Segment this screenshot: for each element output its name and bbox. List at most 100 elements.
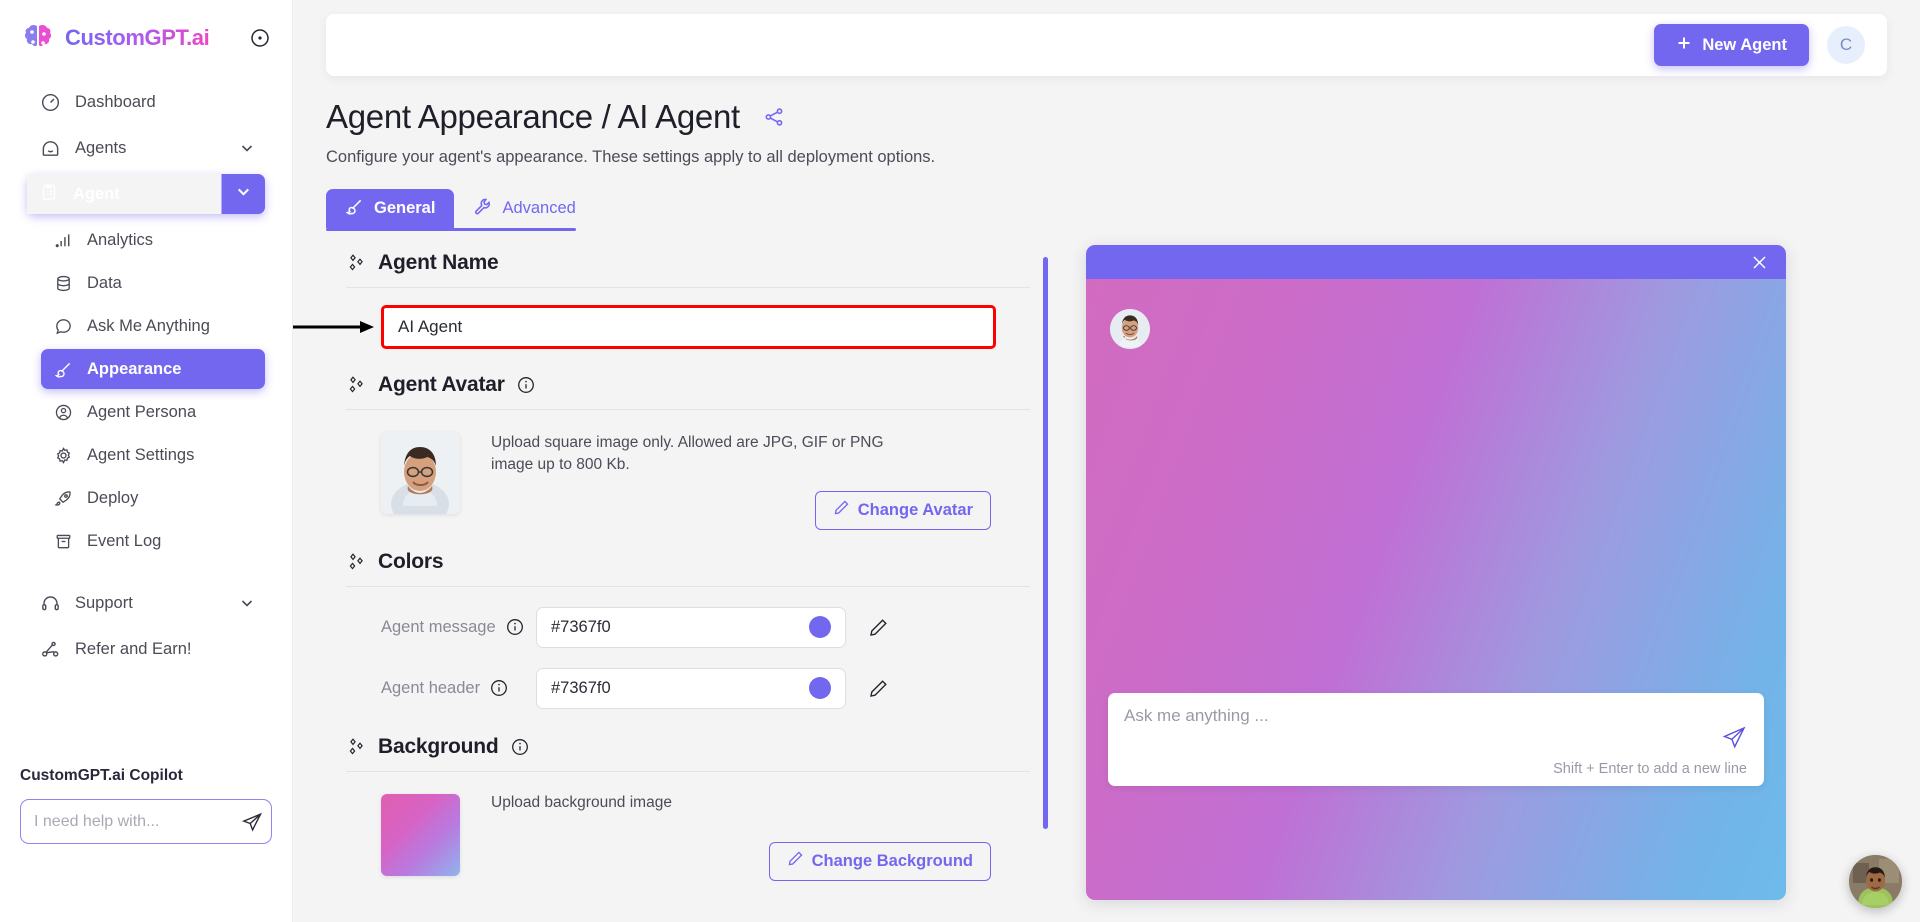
support-chat-widget[interactable] — [1849, 855, 1902, 908]
background-row: Upload background image Change Backgroun… — [381, 794, 1030, 881]
section-title: Agent Avatar — [378, 373, 505, 397]
annotation-arrow — [293, 320, 378, 339]
content-area: Agent Name — [293, 245, 1920, 900]
info-icon[interactable] — [506, 618, 524, 636]
settings-form-column: Agent Name — [326, 245, 1048, 900]
pencil-icon — [833, 499, 850, 521]
sidebar-item-label: Refer and Earn! — [75, 640, 191, 659]
chat-preview-header — [1086, 245, 1786, 279]
chevron-down-icon — [239, 595, 255, 611]
agent-header-color-swatch[interactable] — [809, 677, 831, 699]
sidebar-item-data[interactable]: Data — [41, 263, 265, 303]
agent-message-color-swatch[interactable] — [809, 616, 831, 638]
sidebar-item-deploy[interactable]: Deploy — [41, 478, 265, 518]
settings-scrollbar-track[interactable] — [1043, 251, 1048, 900]
section-divider — [346, 409, 1030, 410]
share-icon[interactable] — [762, 105, 786, 129]
agent-message-color-input[interactable] — [551, 618, 781, 637]
sidebar-nav: Dashboard Agents — [0, 82, 292, 669]
sidebar-group-agent[interactable]: Agent — [27, 174, 265, 214]
info-icon[interactable] — [517, 376, 535, 394]
chat-preview-column: Shift + Enter to add a new line — [1086, 245, 1786, 900]
app-root: CustomGPT.ai Dashboard — [0, 0, 1920, 922]
agent-name-field-wrap — [381, 305, 1030, 349]
chat-input-box[interactable]: Shift + Enter to add a new line — [1108, 693, 1764, 786]
chat-icon — [53, 316, 73, 336]
color-label: Agent header — [381, 679, 480, 698]
change-avatar-button[interactable]: Change Avatar — [815, 491, 991, 530]
sidebar-item-label: Event Log — [87, 532, 161, 551]
agent-name-input[interactable] — [381, 305, 996, 349]
close-icon[interactable] — [1751, 254, 1768, 271]
agent-avatar-thumbnail — [381, 432, 460, 514]
sidebar-item-agent-settings[interactable]: Agent Settings — [41, 435, 265, 475]
sidebar-item-agent-persona[interactable]: Agent Persona — [41, 392, 265, 432]
sidebar-item-label: Ask Me Anything — [87, 317, 210, 336]
copilot-panel: CustomGPT.ai Copilot — [0, 767, 292, 844]
change-avatar-label: Change Avatar — [858, 501, 973, 520]
user-circle-icon — [53, 402, 73, 422]
sidebar-item-analytics[interactable]: Analytics — [41, 220, 265, 260]
sidebar-item-support[interactable]: Support — [27, 583, 265, 623]
send-icon[interactable] — [241, 811, 263, 833]
background-help-text: Upload background image — [491, 794, 991, 812]
page-title-row: Agent Appearance / AI Agent — [326, 98, 1887, 136]
edit-agent-header-color-icon[interactable] — [868, 678, 889, 699]
chat-input[interactable] — [1124, 706, 1673, 726]
change-background-button-row: Change Background — [491, 842, 991, 881]
edit-agent-message-color-icon[interactable] — [868, 617, 889, 638]
collapse-sidebar-icon[interactable] — [250, 28, 270, 48]
info-icon[interactable] — [511, 738, 529, 756]
agent-header-color-input[interactable] — [551, 679, 781, 698]
color-field-agent-header[interactable] — [536, 668, 846, 709]
brush-icon — [53, 359, 73, 379]
brain-logo-icon — [20, 20, 56, 56]
diamonds-icon — [346, 375, 366, 395]
copilot-title: CustomGPT.ai Copilot — [20, 767, 272, 785]
brand-row: CustomGPT.ai — [0, 0, 292, 76]
sidebar-item-dashboard[interactable]: Dashboard — [27, 82, 265, 122]
sidebar-item-ask-me-anything[interactable]: Ask Me Anything — [41, 306, 265, 346]
rocket-icon — [53, 488, 73, 508]
change-background-label: Change Background — [812, 852, 973, 871]
section-header: Colors — [326, 544, 1030, 574]
settings-scrollbar-thumb[interactable] — [1043, 257, 1048, 829]
sidebar-item-event-log[interactable]: Event Log — [41, 521, 265, 561]
page-title: Agent Appearance / AI Agent — [326, 98, 740, 136]
sidebar-item-agents[interactable]: Agents — [27, 128, 265, 168]
sidebar-item-refer-and-earn[interactable]: Refer and Earn! — [27, 629, 265, 669]
change-background-button[interactable]: Change Background — [769, 842, 991, 881]
tabs-bar: General Advanced — [326, 189, 1887, 231]
tab-label: Advanced — [502, 199, 575, 218]
color-label-wrap: Agent header — [381, 679, 536, 698]
page-header: Agent Appearance / AI Agent Configure yo… — [293, 76, 1920, 167]
tab-general[interactable]: General — [326, 189, 454, 228]
sidebar-item-label: Data — [87, 274, 122, 293]
chat-agent-avatar — [1110, 309, 1150, 349]
info-icon[interactable] — [490, 679, 508, 697]
background-body: Upload background image Change Backgroun… — [491, 794, 991, 881]
sidebar-item-appearance[interactable]: Appearance — [41, 349, 265, 389]
new-agent-button[interactable]: New Agent — [1654, 24, 1809, 66]
agent-avatar-body: Upload square image only. Allowed are JP… — [491, 432, 911, 530]
color-label-wrap: Agent message — [381, 618, 536, 637]
copilot-input[interactable] — [34, 813, 241, 831]
section-agent-name: Agent Name — [326, 245, 1030, 349]
send-icon[interactable] — [1721, 725, 1747, 751]
tab-advanced[interactable]: Advanced — [454, 189, 594, 228]
sidebar-group-agent-toggle[interactable] — [221, 174, 265, 214]
section-divider — [346, 287, 1030, 288]
dashboard-icon — [39, 91, 61, 113]
archive-icon — [53, 531, 73, 551]
tabs-underline — [326, 228, 576, 231]
color-field-agent-message[interactable] — [536, 607, 846, 648]
sidebar-group-agent-main[interactable]: Agent — [27, 174, 221, 214]
chevron-down-icon — [239, 140, 255, 156]
headset-icon — [39, 592, 61, 614]
plus-icon — [1676, 35, 1692, 56]
user-avatar[interactable]: C — [1827, 26, 1865, 64]
section-header: Agent Name — [326, 245, 1030, 275]
copilot-input-box[interactable] — [20, 799, 272, 844]
diamonds-icon — [346, 253, 366, 273]
page-subtitle: Configure your agent's appearance. These… — [326, 148, 1887, 167]
